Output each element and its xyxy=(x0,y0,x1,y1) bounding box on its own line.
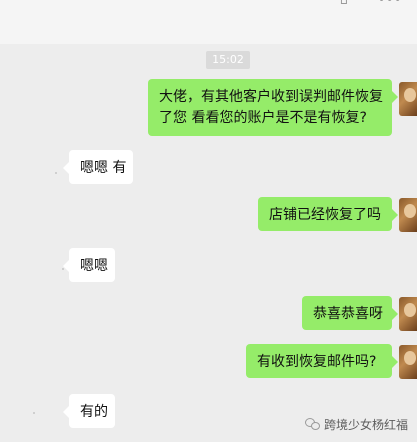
watermark-text: 跨境少女杨红福 xyxy=(324,417,409,432)
more-icon[interactable]: ••• xyxy=(378,0,402,6)
incoming-message-bubble[interactable]: 有的 xyxy=(63,394,115,428)
message-text: 有的 xyxy=(80,404,108,420)
message-timestamp: 15:02 xyxy=(206,51,250,69)
outgoing-message-bubble[interactable]: 大佬，有其他客户收到误判邮件恢复 了您 看看您的账户是不是有恢复? xyxy=(148,79,398,136)
my-avatar[interactable] xyxy=(399,82,417,116)
outgoing-message-bubble[interactable]: 有收到恢复邮件吗? xyxy=(246,344,398,378)
sender-avatar-placeholder xyxy=(55,172,57,174)
message-text: 店铺已经恢复了吗 xyxy=(269,207,381,223)
message-text: 嗯嗯 有 xyxy=(80,160,127,176)
incoming-message-bubble[interactable]: 嗯嗯 有 xyxy=(63,150,133,184)
outgoing-message-bubble[interactable]: 恭喜恭喜呀 xyxy=(302,296,398,330)
sender-avatar-placeholder xyxy=(33,412,35,414)
incoming-message-bubble[interactable]: 嗯嗯 xyxy=(63,248,115,282)
pin-icon[interactable]: ⌂ xyxy=(340,0,348,6)
my-avatar[interactable] xyxy=(399,198,417,232)
wechat-icon xyxy=(305,417,321,431)
message-text: 嗯嗯 xyxy=(80,258,108,274)
message-text-line: 大佬，有其他客户收到误判邮件恢复 xyxy=(159,89,383,105)
chat-title-bar: ⌂ ••• xyxy=(0,0,417,44)
my-avatar[interactable] xyxy=(399,297,417,331)
account-watermark: 跨境少女杨红福 xyxy=(305,414,408,434)
message-text-line: 了您 看看您的账户是不是有恢复? xyxy=(159,110,367,126)
message-text: 恭喜恭喜呀 xyxy=(313,306,383,322)
message-text: 有收到恢复邮件吗? xyxy=(257,354,377,370)
outgoing-message-bubble[interactable]: 店铺已经恢复了吗 xyxy=(258,197,398,231)
my-avatar[interactable] xyxy=(399,345,417,379)
